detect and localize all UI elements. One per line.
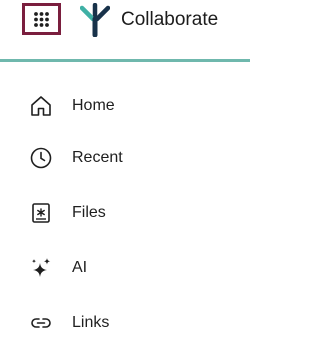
app-shell: Collaborate Home Recent Files AI Links [0,0,250,350]
header-divider [0,59,250,62]
collaborate-logo-icon [80,3,110,37]
app-grid-icon [34,11,49,27]
sidebar-item-files[interactable]: Files [28,198,238,228]
app-launcher-button[interactable] [22,3,61,35]
files-icon [28,200,54,226]
clock-icon [28,145,54,171]
brand-name: Collaborate [121,9,219,30]
sidebar-item-recent[interactable]: Recent [28,143,238,173]
home-icon [28,93,54,119]
sidebar-item-links[interactable]: Links [28,308,238,338]
app-header: Collaborate [0,0,250,60]
sidebar-item-label: Recent [72,149,123,166]
link-icon [28,310,54,336]
sidebar-item-ai[interactable]: AI [28,253,238,283]
sidebar-item-label: Links [72,314,110,331]
sidebar-item-label: AI [72,259,88,276]
sidebar-item-home[interactable]: Home [28,91,238,121]
sidebar-item-label: Files [72,204,106,221]
sparkle-icon [28,255,54,281]
sidebar-item-label: Home [72,97,115,114]
